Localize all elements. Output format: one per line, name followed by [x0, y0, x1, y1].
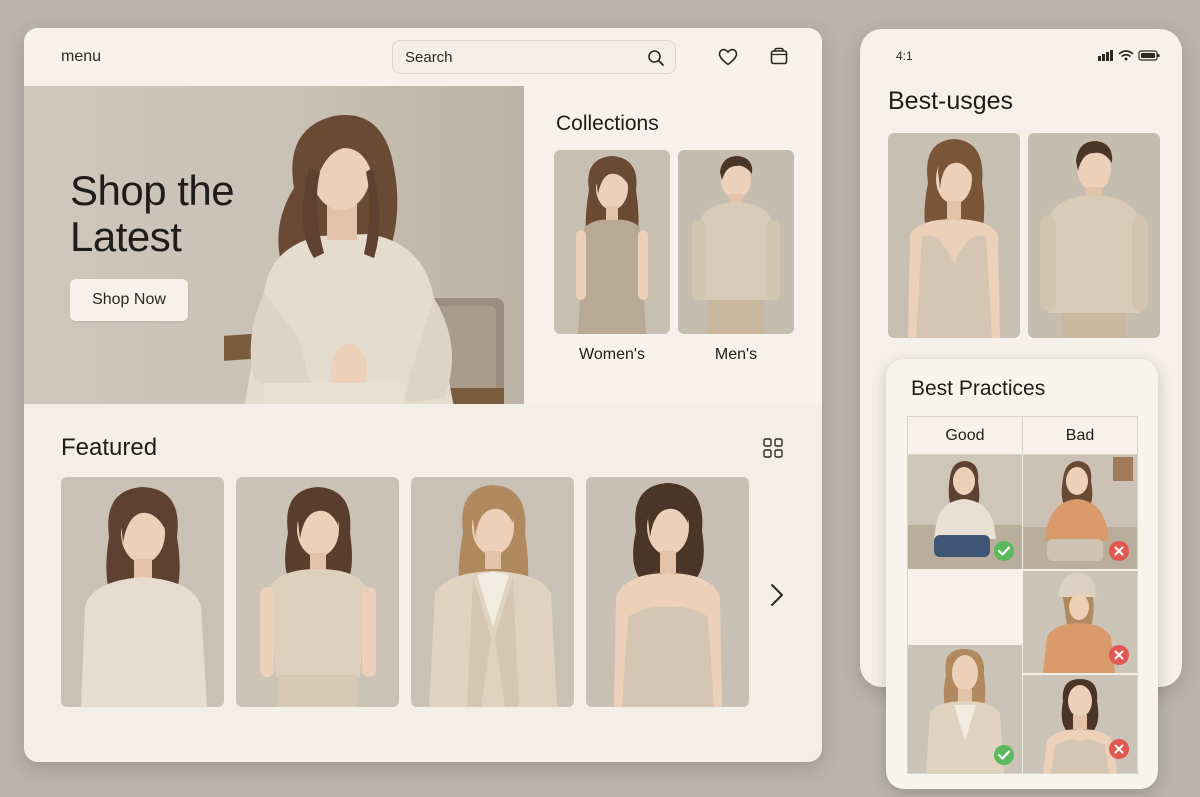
phone-product-card[interactable]: [888, 133, 1020, 338]
x-icon: [1114, 744, 1124, 754]
battery-icon: [1138, 50, 1160, 61]
best-practices-card: Best Practices Good Bad: [886, 359, 1158, 789]
featured-tshirt-image: [236, 477, 399, 707]
bad-badge: [1109, 739, 1129, 759]
featured-blazer-image: [411, 477, 574, 707]
featured-camisole-image: [586, 477, 749, 707]
phone-tank-top-image: [888, 133, 1020, 338]
phone-page-title: Best-usges: [888, 87, 1014, 115]
mens-model-image: [678, 150, 794, 334]
chevron-right-icon[interactable]: [768, 582, 786, 608]
best-practices-table: Good Bad: [907, 416, 1138, 774]
featured-knit-sweater-image: [61, 477, 224, 707]
menu-button[interactable]: menu: [61, 48, 101, 66]
bad-example-image: [1023, 675, 1137, 773]
hero-title-line-1: Shop the: [70, 167, 235, 214]
check-icon: [997, 546, 1011, 556]
shop-now-button[interactable]: Shop Now: [70, 279, 188, 321]
grid-icon[interactable]: [762, 437, 784, 459]
search-bar[interactable]: [392, 40, 676, 74]
wifi-icon: [1118, 50, 1134, 61]
column-header-good: Good: [908, 417, 1023, 455]
phone-product-card[interactable]: [1028, 133, 1160, 338]
good-badge: [994, 745, 1014, 765]
heart-icon[interactable]: [718, 48, 738, 66]
phone-sweater-image: [1028, 133, 1160, 338]
hero-model-image: [224, 115, 504, 404]
collections-title: Collections: [556, 112, 659, 135]
empty-cell: [908, 569, 1022, 645]
featured-section: Featured: [24, 404, 822, 762]
collection-card-mens[interactable]: [678, 150, 794, 334]
bad-badge: [1109, 645, 1129, 665]
bad-badge: [1109, 541, 1129, 561]
search-icon[interactable]: [647, 49, 665, 67]
featured-title: Featured: [61, 434, 158, 461]
hero-banner: Shop the Latest Shop Now: [24, 86, 524, 404]
good-badge: [994, 541, 1014, 561]
bag-icon[interactable]: [770, 47, 788, 65]
featured-product-card[interactable]: [586, 477, 749, 707]
featured-product-card[interactable]: [61, 477, 224, 707]
hero-title-line-2: Latest: [70, 213, 182, 260]
status-bar-icons: [1098, 50, 1160, 61]
collection-label-womens[interactable]: Women's: [554, 346, 670, 364]
bad-example-image: [1023, 571, 1137, 673]
womens-model-image: [554, 150, 670, 334]
column-header-bad: Bad: [1023, 417, 1137, 455]
signal-icon: [1098, 50, 1113, 61]
hero-title: Shop the Latest: [70, 167, 235, 260]
check-icon: [997, 750, 1011, 760]
desktop-mockup: menu Search Shop the Latest Shop Now Col…: [24, 28, 822, 762]
search-input[interactable]: [405, 47, 635, 67]
x-icon: [1114, 650, 1124, 660]
best-practices-title: Best Practices: [911, 377, 1046, 400]
top-nav-bar: menu: [24, 28, 822, 86]
featured-product-card[interactable]: [236, 477, 399, 707]
collections-section: Collections Women's Men's: [524, 86, 822, 404]
good-example-image: [908, 455, 1022, 569]
bad-example-image: [1023, 455, 1137, 569]
good-example-image: [908, 645, 1022, 773]
featured-product-card[interactable]: [411, 477, 574, 707]
status-bar-time: 4:1: [896, 49, 913, 63]
collection-label-mens[interactable]: Men's: [678, 346, 794, 364]
x-icon: [1114, 546, 1124, 556]
collection-card-womens[interactable]: [554, 150, 670, 334]
